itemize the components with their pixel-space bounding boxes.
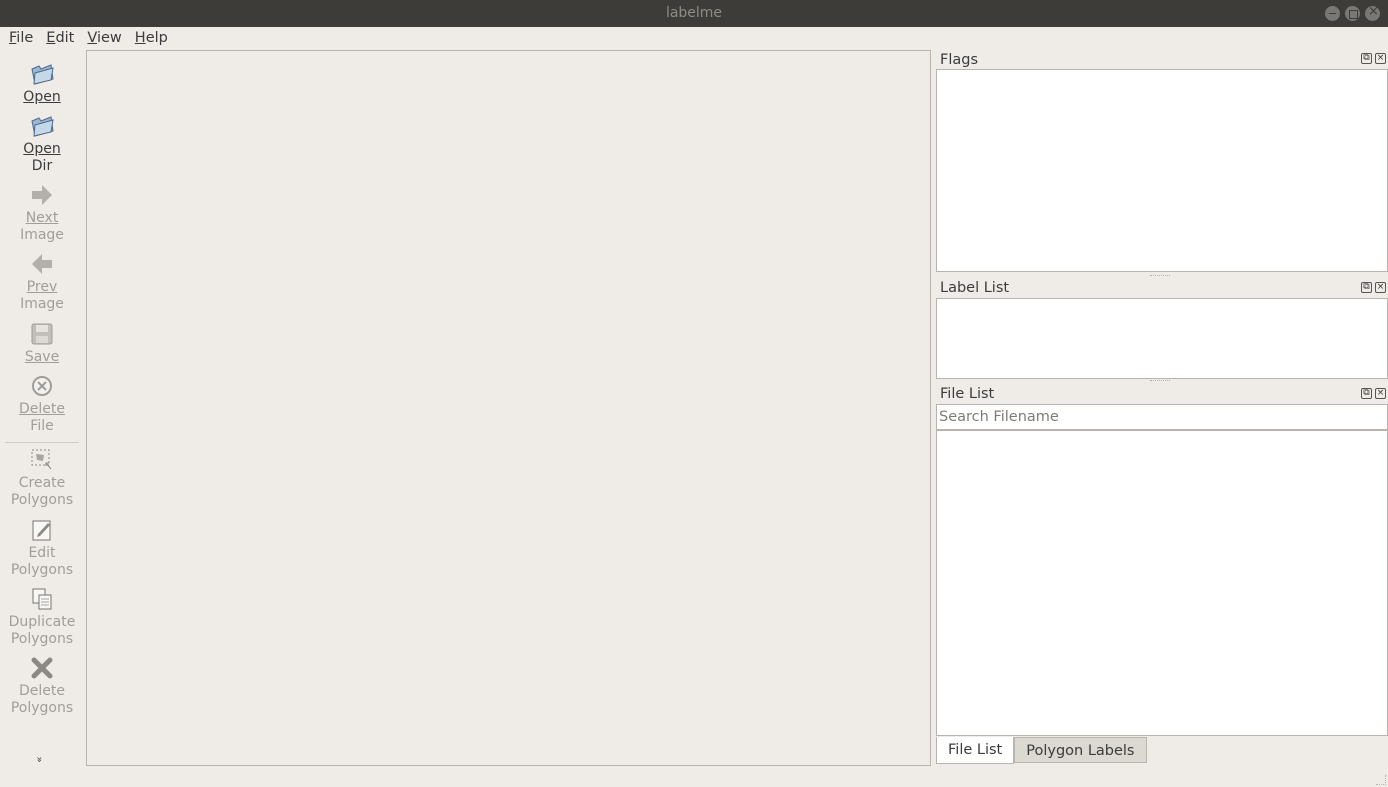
delete-circle-icon	[32, 376, 52, 396]
flags-list[interactable]	[936, 69, 1388, 272]
toolbar-extension-icon[interactable]: »	[34, 756, 45, 762]
edit-icon	[32, 520, 51, 541]
delete-file-label-1: Delete	[19, 401, 65, 417]
menu-edit[interactable]: Edit	[41, 27, 79, 50]
menu-help[interactable]: Help	[130, 27, 173, 50]
dock-splitter[interactable]	[1150, 275, 1170, 277]
minimize-button[interactable]	[1325, 6, 1340, 21]
flags-dock-buttons: ⧉ ×	[1361, 53, 1386, 64]
window-controls	[1325, 4, 1380, 21]
open-label: Open	[23, 89, 61, 105]
delete-polygons-label-2: Polygons	[10, 700, 74, 716]
prev-image-button[interactable]: Prev Image	[0, 251, 84, 313]
label-list-dock-title: Label List	[940, 280, 1010, 296]
maximize-button[interactable]	[1345, 6, 1360, 21]
tab-file-list[interactable]: File List	[936, 737, 1015, 764]
menu-view-mnemonic: V	[87, 30, 97, 46]
float-icon[interactable]: ⧉	[1361, 388, 1372, 399]
menu-bar: File Edit View Help	[0, 27, 1388, 50]
prev-image-label-1: Prev	[26, 279, 58, 295]
status-bar	[0, 766, 1388, 787]
folder-open-icon	[31, 116, 54, 137]
window-title: labelme	[665, 5, 723, 21]
close-button[interactable]	[1365, 4, 1380, 21]
next-image-label-2: Image	[20, 227, 64, 243]
menu-help-mnemonic: H	[134, 30, 146, 46]
float-icon[interactable]: ⧉	[1361, 282, 1372, 293]
delete-polygons-button[interactable]: Delete Polygons	[0, 655, 84, 717]
edit-polygons-label-1: Edit	[28, 545, 56, 561]
copy-icon	[32, 588, 52, 610]
arrow-right-icon	[32, 185, 52, 205]
open-dir-label-2: Dir	[31, 158, 53, 174]
menu-file[interactable]: File	[4, 27, 38, 50]
search-filename-input[interactable]	[936, 404, 1388, 430]
create-polygon-icon	[31, 449, 52, 470]
save-button[interactable]: Save	[0, 321, 84, 366]
next-image-button[interactable]: Next Image	[0, 182, 84, 244]
folder-open-icon	[31, 64, 54, 85]
resize-grip[interactable]	[1376, 775, 1386, 785]
menu-file-label: ile	[16, 30, 34, 46]
toolbar-separator	[5, 442, 79, 443]
save-label: Save	[24, 349, 60, 365]
save-icon	[31, 323, 53, 345]
edit-polygons-button[interactable]: Edit Polygons	[0, 517, 84, 579]
file-list[interactable]	[936, 430, 1388, 736]
delete-polygons-label-1: Delete	[19, 683, 65, 699]
dock-splitter[interactable]	[1150, 380, 1170, 382]
tool-bar: Open Open Dir Next Image Prev Image Save	[0, 50, 84, 766]
open-dir-button[interactable]: Open Dir	[0, 113, 84, 175]
menu-edit-label: dit	[55, 30, 75, 46]
flags-dock: Flags ⧉ ×	[936, 50, 1388, 274]
label-list-dock-buttons: ⧉ ×	[1361, 282, 1386, 293]
close-icon[interactable]: ×	[1375, 53, 1386, 64]
file-list-dock-title: File List	[940, 386, 995, 402]
prev-image-label-2: Image	[20, 296, 64, 312]
create-polygons-button[interactable]: Create Polygons	[0, 447, 84, 509]
duplicate-polygons-button[interactable]: Duplicate Polygons	[0, 586, 84, 648]
flags-dock-title: Flags	[940, 52, 979, 68]
next-image-label-1: Next	[25, 210, 59, 226]
duplicate-polygons-label-2: Polygons	[10, 631, 74, 647]
arrow-left-icon	[32, 254, 52, 274]
tab-polygon-labels[interactable]: Polygon Labels	[1014, 737, 1147, 763]
dock-tab-bar: File List Polygon Labels	[936, 737, 1147, 764]
label-list-dock: Label List ⧉ ×	[936, 279, 1388, 380]
open-button[interactable]: Open	[0, 61, 84, 106]
create-polygons-label-1: Create	[18, 475, 66, 491]
close-icon[interactable]: ×	[1375, 388, 1386, 399]
edit-polygons-label-2: Polygons	[10, 562, 74, 578]
menu-view-label: iew	[96, 30, 122, 46]
menu-view[interactable]: View	[82, 27, 126, 50]
close-icon[interactable]: ×	[1375, 282, 1386, 293]
open-dir-label-1: Open	[23, 141, 61, 157]
file-list-dock: File List ⧉ ×	[936, 385, 1388, 737]
label-list[interactable]	[936, 298, 1388, 379]
x-icon	[31, 657, 53, 679]
duplicate-polygons-label-1: Duplicate	[8, 614, 76, 630]
title-bar: labelme	[0, 0, 1388, 27]
file-list-dock-buttons: ⧉ ×	[1361, 388, 1386, 399]
delete-file-button[interactable]: Delete File	[0, 373, 84, 435]
delete-file-label-2: File	[30, 418, 54, 434]
image-canvas[interactable]	[86, 50, 931, 766]
menu-help-label: elp	[145, 30, 168, 46]
create-polygons-label-2: Polygons	[10, 492, 74, 508]
float-icon[interactable]: ⧉	[1361, 53, 1372, 64]
